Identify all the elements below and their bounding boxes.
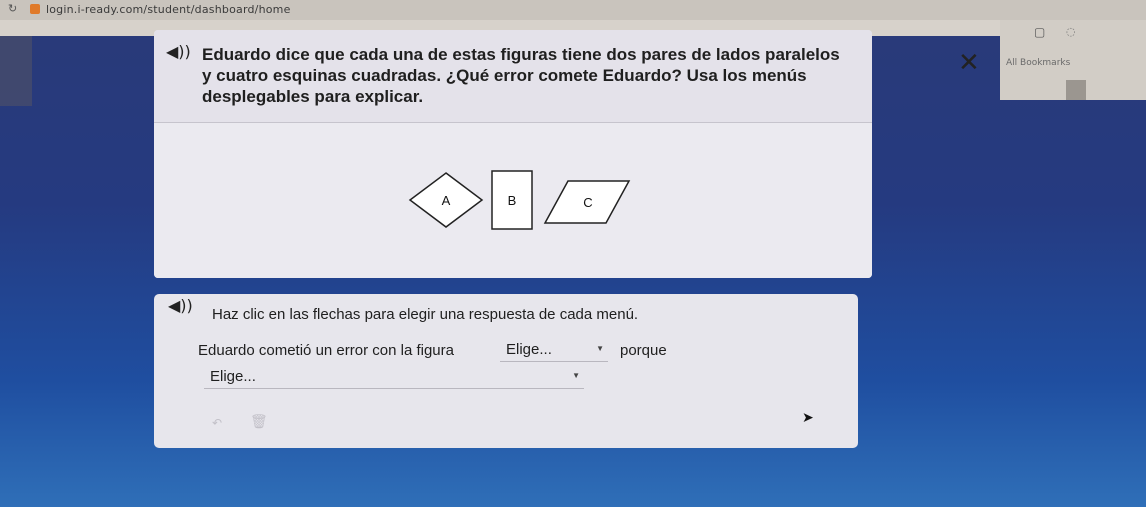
question-line-3: desplegables para explicar.: [202, 87, 424, 106]
figures-svg: A B C: [408, 170, 631, 230]
trash-icon[interactable]: 🗑: [250, 414, 268, 430]
browser-toolbar: ↻ login.i-ready.com/student/dashboard/ho…: [0, 0, 1146, 21]
instruction-speaker-icon[interactable]: ◀)): [168, 296, 193, 315]
figure-dropdown[interactable]: Elige... ▼: [500, 339, 608, 362]
close-icon[interactable]: ✕: [958, 48, 980, 78]
address-bar[interactable]: login.i-ready.com/student/dashboard/home: [46, 3, 291, 16]
question-line-2: y cuatro esquinas cuadradas. ¿Qué error …: [202, 66, 807, 85]
speaker-icon[interactable]: ◀)): [166, 42, 191, 61]
reload-icon[interactable]: ↻: [8, 2, 17, 15]
reason-dropdown-value: Elige...: [210, 368, 256, 385]
figure-c-label: C: [583, 195, 592, 210]
instruction-text: Haz clic en las flechas para elegir una …: [212, 306, 639, 323]
question-panel: ◀)) Eduardo dice que cada una de estas f…: [154, 30, 872, 278]
reason-dropdown[interactable]: Elige... ▼: [204, 366, 584, 389]
site-favicon-icon: [30, 4, 40, 14]
chevron-down-icon[interactable]: ▼: [572, 371, 580, 380]
question-text: Eduardo dice que cada una de estas figur…: [202, 44, 852, 107]
figure-b-label: B: [508, 193, 517, 208]
sentence-start: Eduardo cometió un error con la figura: [198, 342, 454, 359]
figure-a-label: A: [442, 193, 451, 208]
figures-area: A B C: [154, 123, 872, 278]
profile-icon[interactable]: ◌: [1066, 25, 1076, 38]
answer-panel: ◀)) Haz clic en las flechas para elegir …: [154, 294, 858, 448]
scrollbar-thumb[interactable]: [1066, 80, 1086, 100]
all-bookmarks-link[interactable]: All Bookmarks: [1006, 58, 1070, 68]
extension-icon[interactable]: ▢: [1034, 25, 1045, 39]
chevron-down-icon[interactable]: ▼: [596, 344, 604, 353]
figure-dropdown-value: Elige...: [506, 341, 552, 358]
mouse-pointer-icon: ➤: [802, 410, 814, 426]
browser-side-chrome: ▢ ◌ All Bookmarks: [1000, 20, 1146, 100]
question-header: ◀)) Eduardo dice que cada una de estas f…: [154, 30, 872, 123]
sentence-porque: porque: [620, 342, 667, 359]
side-panel-edge: [0, 36, 32, 106]
undo-icon[interactable]: ↶: [212, 416, 222, 430]
question-line-1: Eduardo dice que cada una de estas figur…: [202, 45, 840, 64]
